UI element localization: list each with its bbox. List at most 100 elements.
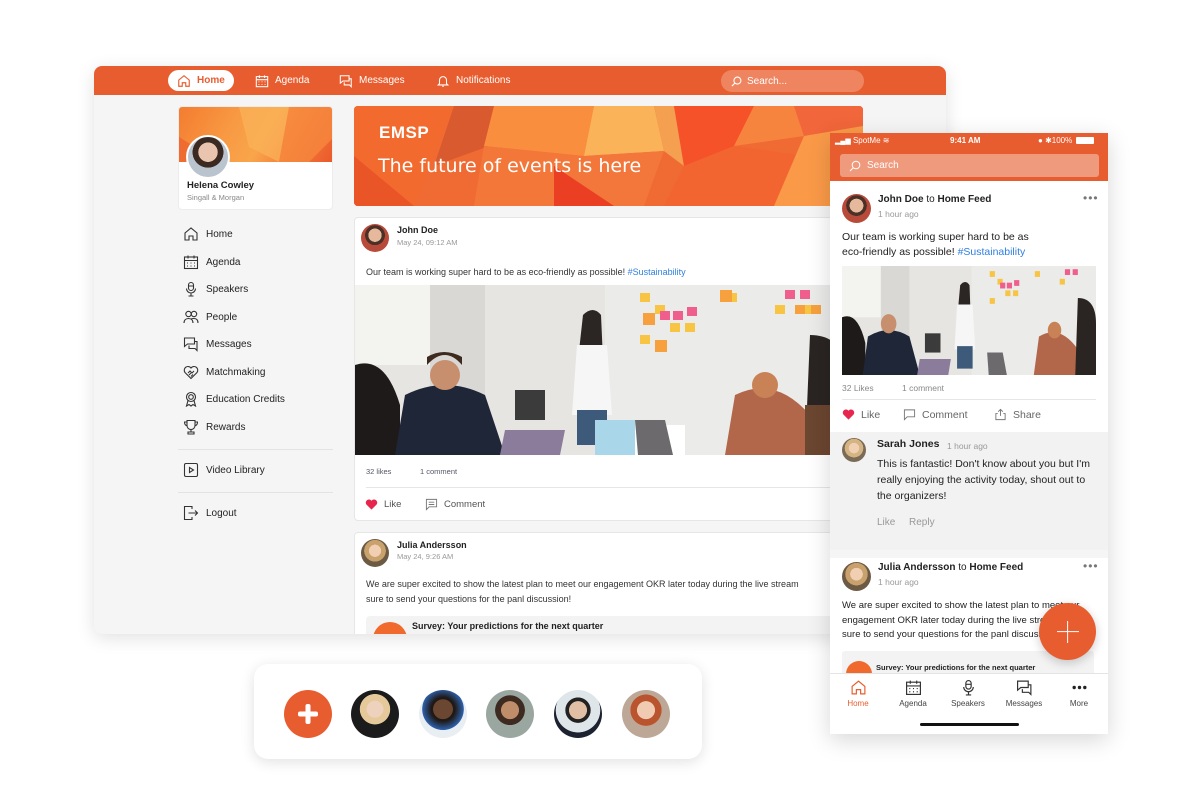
calendar-icon: [255, 74, 269, 87]
sidebar-item-video-library[interactable]: Video Library: [183, 460, 265, 480]
sidebar-item-label: Speakers: [206, 283, 249, 295]
post-timestamp: 1 hour ago: [878, 577, 919, 587]
sidebar-item-education-credits[interactable]: Education Credits: [183, 389, 285, 409]
sidebar-item-rewards[interactable]: Rewards: [183, 417, 245, 437]
likes-count[interactable]: 32 Likes: [842, 383, 874, 393]
author-avatar[interactable]: [361, 224, 389, 252]
comments-count[interactable]: 1 comment: [420, 467, 457, 476]
more-options-icon[interactable]: •••: [1083, 559, 1099, 573]
messages-icon: [183, 337, 198, 352]
tab-home[interactable]: Home: [830, 679, 886, 708]
profile-card[interactable]: Helena Cowley Singall & Morgan: [178, 106, 333, 210]
post-body: eco-friendly as possible!: [842, 246, 958, 258]
wifi-icon: ≋: [882, 136, 890, 145]
like-button[interactable]: Like: [365, 498, 401, 511]
comment-like-button[interactable]: Like: [877, 517, 895, 528]
hashtag-link[interactable]: #Sustainability: [628, 267, 686, 277]
add-attendee-button[interactable]: [284, 690, 332, 738]
video-play-icon: [183, 462, 199, 478]
hero-title: The future of events is here: [378, 155, 642, 177]
mobile-search-input[interactable]: Search: [840, 154, 1099, 177]
author-avatar[interactable]: [842, 562, 871, 591]
comment-button[interactable]: Comment: [425, 498, 485, 511]
comment-author[interactable]: Sarah Jones: [877, 438, 939, 450]
feed-post: John Doe May 24, 09:12 AM Our team is wo…: [354, 217, 844, 521]
messages-icon: [339, 74, 352, 88]
sidebar-divider: [178, 449, 333, 450]
nav-agenda[interactable]: Agenda: [246, 70, 318, 91]
nav-home[interactable]: Home: [168, 70, 234, 91]
profile-organization: Singall & Morgan: [187, 193, 245, 202]
sidebar-item-matchmaking[interactable]: Matchmaking: [183, 362, 265, 382]
share-button[interactable]: Share: [994, 408, 1041, 421]
sidebar-item-agenda[interactable]: Agenda: [183, 252, 240, 272]
sidebar-item-label: Agenda: [206, 256, 241, 268]
emsp-logo: EMSP: [379, 123, 430, 142]
comments-count[interactable]: 1 comment: [902, 383, 944, 393]
attendee-avatar[interactable]: [554, 690, 602, 738]
post-author[interactable]: Julia Andersson: [397, 540, 467, 550]
desktop-search-input[interactable]: Search...: [721, 70, 864, 92]
post-photo[interactable]: [842, 266, 1096, 375]
tab-speakers[interactable]: Speakers: [940, 679, 996, 708]
comment-reply-button[interactable]: Reply: [909, 517, 935, 528]
comment-section: Sarah Jones 1 hour ago This is fantastic…: [830, 432, 1108, 550]
post-to: to: [926, 194, 935, 205]
sidebar-item-label: Matchmaking: [206, 366, 266, 378]
nav-notifications-label: Notifications: [456, 75, 511, 86]
sidebar-item-label: Education Credits: [206, 393, 285, 405]
post-author[interactable]: Julia Andersson: [878, 562, 955, 573]
post-timestamp: May 24, 09:12 AM: [397, 238, 458, 247]
home-icon: [851, 680, 865, 695]
sidebar-item-home[interactable]: Home: [183, 224, 233, 244]
commenter-avatar[interactable]: [842, 438, 866, 462]
nav-agenda-label: Agenda: [275, 75, 310, 86]
calendar-icon: [183, 255, 199, 270]
search-icon: [849, 160, 861, 171]
attendee-avatar[interactable]: [351, 690, 399, 738]
tab-messages[interactable]: Messages: [996, 679, 1052, 708]
post-text-line: sure to send your questions for the panl…: [366, 594, 572, 604]
hero-banner: EMSP The future of events is here: [354, 106, 863, 206]
share-icon: [995, 408, 1006, 421]
comment-text-line: really enjoying the activity today, shou…: [877, 474, 1086, 486]
comment-button[interactable]: Comment: [903, 408, 968, 421]
post-feed[interactable]: Home Feed: [937, 194, 991, 205]
sidebar-item-people[interactable]: People: [183, 307, 237, 327]
post-feed[interactable]: Home Feed: [969, 562, 1023, 573]
like-button[interactable]: Like: [842, 408, 880, 421]
post-author[interactable]: John Doe: [397, 225, 438, 235]
attendee-avatar[interactable]: [622, 690, 670, 738]
sidebar-item-logout[interactable]: Logout: [183, 503, 237, 523]
author-avatar[interactable]: [361, 539, 389, 567]
hashtag-link[interactable]: #Sustainability: [958, 246, 1026, 258]
tab-more[interactable]: More: [1051, 679, 1107, 708]
author-avatar[interactable]: [842, 194, 871, 223]
likes-count[interactable]: 32 likes: [366, 467, 391, 476]
nav-messages[interactable]: Messages: [330, 70, 414, 91]
sidebar-item-speakers[interactable]: Speakers: [183, 279, 248, 299]
search-icon: [731, 76, 742, 86]
tab-agenda[interactable]: Agenda: [885, 679, 941, 708]
sidebar-item-messages[interactable]: Messages: [183, 334, 252, 354]
post-photo[interactable]: [355, 285, 843, 455]
post-author[interactable]: John Doe: [878, 194, 924, 205]
like-label: Like: [861, 408, 881, 421]
home-icon: [178, 74, 190, 87]
mobile-header: ▂▄▆ SpotMe ≋ 9:41 AM ● ✱100% Search: [830, 133, 1108, 181]
create-post-fab[interactable]: [1039, 603, 1096, 660]
survey-card[interactable]: Survey: Your predictions for the next qu…: [366, 616, 843, 634]
battery-icon: [1076, 137, 1095, 145]
top-nav-bar: Home Agenda Messages Notifications Searc…: [94, 66, 946, 95]
share-label: Share: [1013, 408, 1042, 421]
sidebar-item-label: Video Library: [206, 464, 265, 476]
post-divider: [366, 487, 836, 488]
attendee-avatar[interactable]: [419, 690, 467, 738]
profile-avatar: [186, 135, 230, 179]
tab-label: Messages: [1005, 699, 1043, 708]
bell-icon: [436, 75, 450, 87]
more-options-icon[interactable]: •••: [1083, 191, 1099, 205]
attendee-avatar[interactable]: [486, 690, 534, 738]
post-timestamp: May 24, 9:26 AM: [397, 552, 454, 561]
nav-notifications[interactable]: Notifications: [427, 70, 519, 91]
